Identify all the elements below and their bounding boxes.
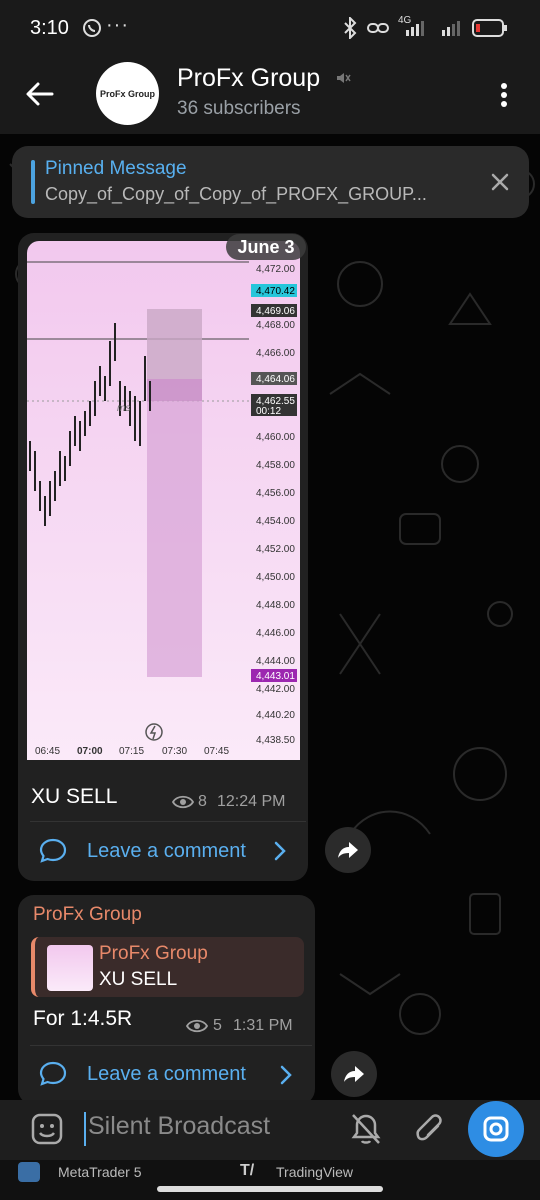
price-label: 4,470.42 [256, 286, 295, 297]
comment-icon [38, 1060, 68, 1093]
chart-watermark: ms [117, 403, 130, 414]
price-label: 4,464.06 [256, 374, 295, 385]
price-label: 4,460.00 [256, 432, 295, 443]
price-label: 4,452.00 [256, 544, 295, 555]
navigation-bar: MetaTrader 5 T/ TradingView [0, 1160, 540, 1200]
status-bar: 3:10 ··· 4G [0, 0, 540, 60]
price-label: 4,450.00 [256, 572, 295, 583]
notification-off-icon[interactable] [350, 1112, 382, 1151]
text-cursor [84, 1112, 86, 1146]
price-label: 4,456.00 [256, 488, 295, 499]
message-input-bar: Silent Broadcast [0, 1100, 540, 1160]
time-label: 07:15 [119, 746, 144, 757]
subscriber-count: 36 subscribers [177, 98, 301, 119]
quote-thumbnail [47, 945, 93, 991]
chevron-right-icon[interactable] [280, 1065, 292, 1090]
clock: 3:10 [30, 17, 69, 39]
price-label: 4,444.00 [256, 656, 295, 667]
reply-quote[interactable]: ProFx Group XU SELL [31, 937, 304, 997]
views-icon [171, 795, 195, 814]
comment-divider [30, 1045, 312, 1046]
home-handle[interactable] [157, 1186, 383, 1192]
taskbar-app[interactable]: TradingView [276, 1164, 353, 1180]
views-icon [185, 1019, 209, 1038]
price-label: 4,440.20 [256, 710, 295, 721]
signal-icon [404, 18, 474, 43]
price-label: 4,438.50 [256, 735, 295, 746]
chart-image[interactable]: ms 4,472.00 4,470.42 4,469.06 4,468.00 4… [27, 241, 300, 760]
share-arrow-icon [344, 1066, 364, 1082]
close-pinned-icon[interactable] [490, 172, 510, 197]
bluetooth-icon [343, 15, 357, 44]
price-label: 4,443.01 [256, 671, 295, 682]
pinned-label: Pinned Message [45, 158, 187, 179]
time-label: 07:00 [77, 746, 103, 757]
message-sender[interactable]: ProFx Group [33, 904, 142, 926]
comment-divider [30, 821, 306, 822]
price-label: 4,446.00 [256, 628, 295, 639]
camera-icon [483, 1116, 509, 1142]
message-text: XU SELL [31, 785, 118, 808]
price-label: 4,469.06 [256, 306, 295, 317]
view-count: 8 [198, 793, 207, 810]
quote-sender: ProFx Group [99, 943, 208, 964]
tradingview-icon: T/ [240, 1162, 255, 1179]
share-button[interactable] [325, 827, 371, 873]
price-chart: ms 4,472.00 4,470.42 4,469.06 4,468.00 4… [27, 261, 297, 757]
time-label: 07:45 [204, 746, 229, 757]
price-label: 4,472.00 [256, 264, 295, 275]
battery-icon [472, 18, 508, 43]
sticker-icon[interactable] [30, 1112, 64, 1151]
share-arrow-icon [338, 842, 358, 858]
pinned-text: Copy_of_Copy_of_Copy_of_PROFX_GROUP... [45, 184, 427, 204]
back-arrow-icon[interactable] [24, 80, 56, 113]
price-label: 4,468.00 [256, 320, 295, 331]
pinned-accent-bar [31, 160, 35, 204]
more-notifications-icon: ··· [106, 14, 129, 36]
share-button[interactable] [331, 1051, 377, 1097]
leave-comment-link[interactable]: Leave a comment [87, 840, 246, 863]
view-count: 5 [213, 1017, 222, 1034]
broadcast-input[interactable]: Silent Broadcast [88, 1112, 270, 1141]
whatsapp-icon [82, 18, 102, 43]
leave-comment-link[interactable]: Leave a comment [87, 1063, 246, 1086]
attach-icon[interactable] [414, 1112, 446, 1151]
message-time: 1:31 PM [233, 1017, 293, 1034]
price-label: 4,448.00 [256, 600, 295, 611]
chevron-right-icon[interactable] [274, 841, 286, 866]
quote-text: XU SELL [99, 969, 178, 990]
lightning-icon [145, 723, 163, 741]
price-label: 4,442.00 [256, 684, 295, 695]
time-label: 07:30 [162, 746, 187, 757]
message-time: 12:24 PM [217, 793, 286, 810]
link-icon [366, 18, 390, 43]
price-label: 4,466.00 [256, 348, 295, 359]
price-label: 00:12 [256, 406, 281, 417]
time-label: 06:45 [35, 746, 60, 757]
message-text: For 1:4.5R [33, 1007, 133, 1030]
comment-icon [38, 837, 68, 870]
channel-title[interactable]: ProFx Group [177, 64, 320, 93]
muted-icon [335, 70, 351, 91]
taskbar-app[interactable]: MetaTrader 5 [58, 1164, 142, 1180]
price-label: 4,458.00 [256, 460, 295, 471]
price-label: 4,454.00 [256, 516, 295, 527]
camera-button[interactable] [468, 1101, 524, 1157]
channel-avatar[interactable]: ProFx Group [96, 62, 159, 125]
metatrader-icon [18, 1162, 40, 1182]
more-options-icon[interactable] [500, 82, 508, 113]
date-pill: June 3 [226, 234, 306, 260]
pinned-message-bar[interactable]: Pinned Message Copy_of_Copy_of_Copy_of_P… [12, 146, 529, 218]
avatar-logo-text: ProFx Group [99, 88, 155, 99]
chat-header: ProFx Group ProFx Group 36 subscribers [0, 60, 540, 134]
